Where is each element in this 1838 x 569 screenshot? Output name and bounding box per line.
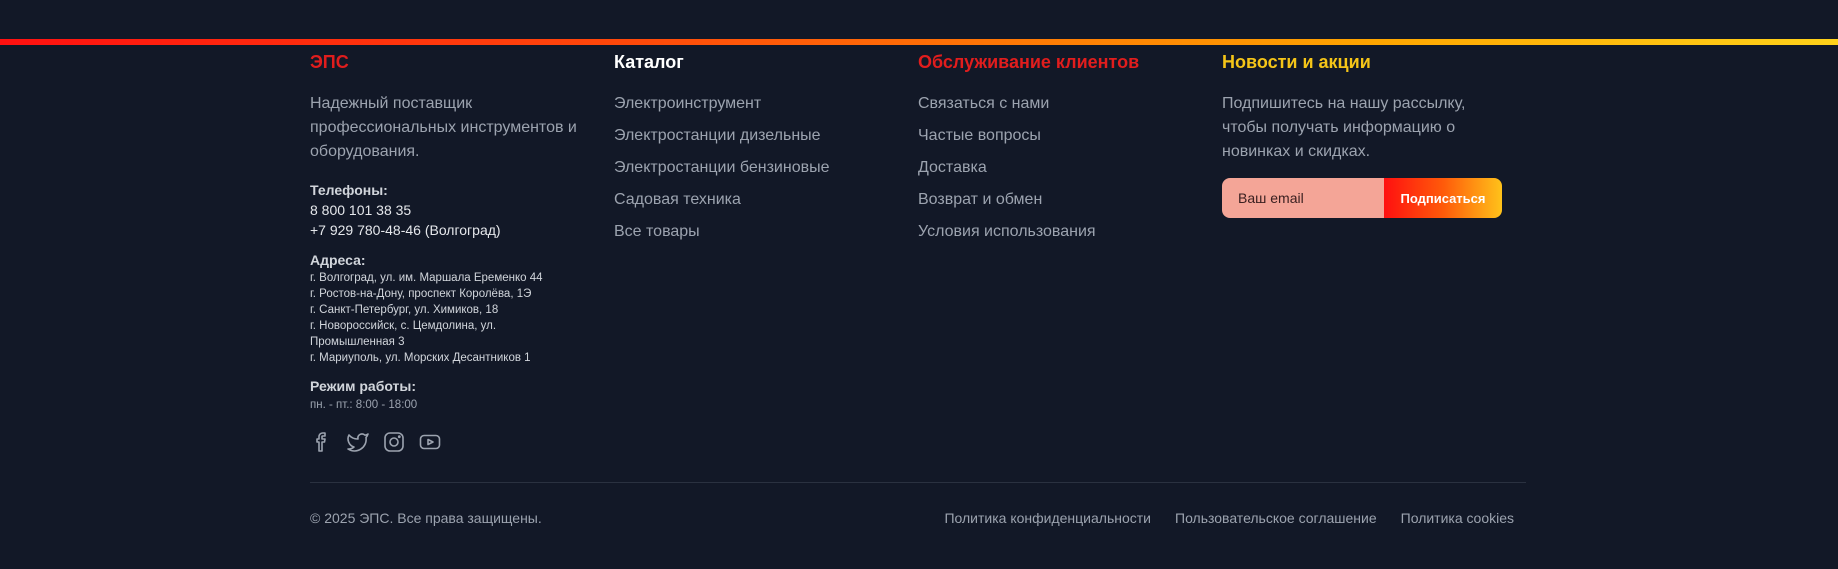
hours-value: пн. - пт.: 8:00 - 18:00 [310, 399, 418, 411]
service-link-faq[interactable]: Частые вопросы [918, 124, 1222, 148]
subscribe-form: Подписаться [1222, 178, 1526, 218]
brand-description: Надежный поставщик профессиональных инст… [310, 95, 577, 160]
catalog-link-power-tools[interactable]: Электроинструмент [614, 92, 918, 116]
hours-label: Режим работы: [310, 378, 417, 394]
subscribe-button[interactable]: Подписаться [1384, 178, 1502, 218]
brand-column: ЭПС Надежный поставщик профессиональных … [310, 50, 614, 454]
social-links [310, 430, 614, 454]
phone-link[interactable]: +7 929 780-48-46 (Волгоград) [310, 220, 614, 240]
privacy-policy-link[interactable]: Политика конфиденциальности [944, 510, 1151, 526]
address-item: г. Волгоград, ул. им. Маршала Еременко 4… [310, 272, 543, 284]
catalog-links: Электроинструмент Электростанции дизельн… [614, 92, 918, 244]
service-link-contact[interactable]: Связаться с нами [918, 92, 1222, 116]
service-link-delivery[interactable]: Доставка [918, 156, 1222, 180]
instagram-icon[interactable] [382, 430, 406, 454]
hours-block: Режим работы: пн. - пт.: 8:00 - 18:00 [310, 376, 614, 414]
addresses-block: Адреса: г. Волгоград, ул. им. Маршала Ер… [310, 250, 614, 366]
catalog-link-garden-equipment[interactable]: Садовая техника [614, 188, 918, 212]
twitter-icon[interactable] [346, 430, 370, 454]
address-item: г. Санкт-Петербург, ул. Химиков, 18 [310, 304, 499, 316]
address-item: г. Мариуполь, ул. Морских Десантников 1 [310, 352, 531, 364]
news-description: Подпишитесь на нашу рассылку, чтобы полу… [1222, 95, 1466, 160]
catalog-link-diesel-generators[interactable]: Электростанции дизельные [614, 124, 918, 148]
copyright-text: © 2025 ЭПС. Все права защищены. [310, 510, 542, 526]
catalog-link-all-products[interactable]: Все товары [614, 220, 918, 244]
youtube-icon[interactable] [418, 430, 442, 454]
user-agreement-link[interactable]: Пользовательское соглашение [1175, 510, 1377, 526]
service-link-returns[interactable]: Возврат и обмен [918, 188, 1222, 212]
cookies-policy-link[interactable]: Политика cookies [1401, 510, 1514, 526]
catalog-title: Каталог [614, 52, 684, 72]
address-item: г. Ростов-на-Дону, проспект Королёва, 1Э [310, 288, 532, 300]
phones-block: Телефоны: 8 800 101 38 35 +7 929 780-48-… [310, 180, 614, 240]
brand-title: ЭПС [310, 52, 349, 72]
phones-label: Телефоны: [310, 182, 388, 198]
service-links: Связаться с нами Частые вопросы Доставка… [918, 92, 1222, 244]
news-column: Новости и акции Подпишитесь на нашу расс… [1222, 50, 1526, 454]
footer-divider [310, 482, 1526, 483]
footer-content: ЭПС Надежный поставщик профессиональных … [310, 50, 1526, 454]
catalog-column: Каталог Электроинструмент Электростанции… [614, 50, 918, 454]
catalog-link-petrol-generators[interactable]: Электростанции бензиновые [614, 156, 918, 180]
legal-links: Политика конфиденциальности Пользователь… [944, 510, 1514, 526]
footer-bottom: © 2025 ЭПС. Все права защищены. Политика… [310, 510, 1526, 526]
top-gradient-bar [0, 39, 1838, 45]
phone-link[interactable]: 8 800 101 38 35 [310, 200, 614, 220]
addresses-label: Адреса: [310, 252, 366, 268]
service-title: Обслуживание клиентов [918, 52, 1140, 72]
facebook-icon[interactable] [310, 430, 334, 454]
service-column: Обслуживание клиентов Связаться с нами Ч… [918, 50, 1222, 454]
address-item: г. Новороссийск, с. Цемдолина, ул. Промы… [310, 320, 497, 348]
news-title: Новости и акции [1222, 52, 1371, 72]
service-link-terms[interactable]: Условия использования [918, 220, 1222, 244]
email-input[interactable] [1222, 178, 1384, 218]
